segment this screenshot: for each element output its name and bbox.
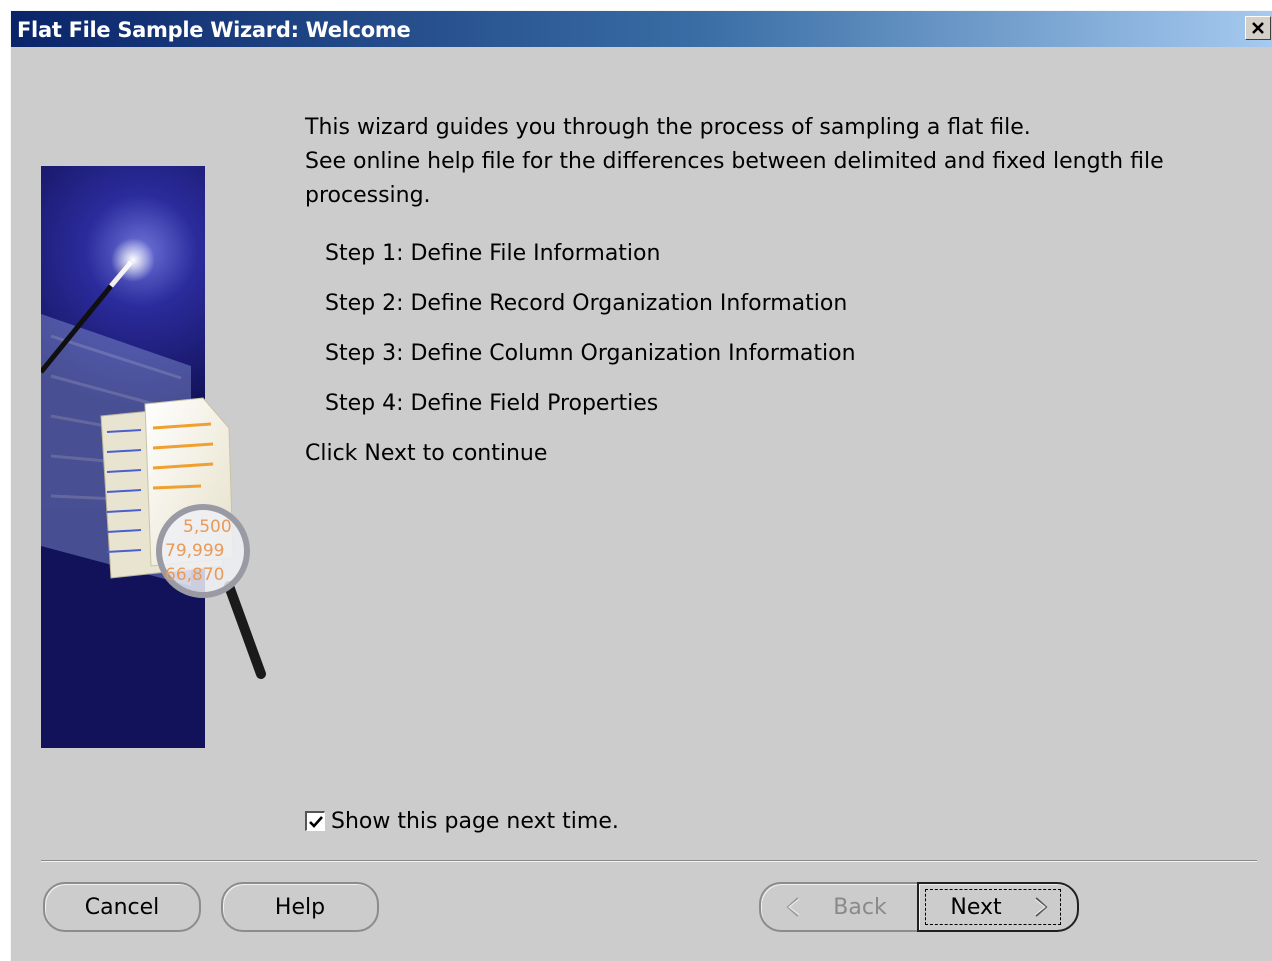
step-3: Step 3: Define Column Organization Infor… <box>325 341 856 366</box>
close-icon <box>1252 22 1264 34</box>
step-1: Step 1: Define File Information <box>325 241 661 266</box>
intro-line-1: This wizard guides you through the proce… <box>305 115 1031 140</box>
chevron-left-icon <box>786 897 800 917</box>
next-button[interactable]: Next <box>917 882 1079 932</box>
art-number-1: 5,500 <box>183 517 232 537</box>
show-page-label: Show this page next time. <box>331 808 619 834</box>
chevron-right-icon <box>1034 897 1048 917</box>
title-bar: Flat File Sample Wizard: Welcome <box>11 11 1272 47</box>
checkmark-icon <box>309 816 323 828</box>
show-page-option[interactable]: Show this page next time. <box>305 806 619 836</box>
cancel-button[interactable]: Cancel <box>43 882 201 932</box>
continue-instruction: Click Next to continue <box>305 441 548 466</box>
step-2: Step 2: Define Record Organization Infor… <box>325 291 848 316</box>
show-page-checkbox[interactable] <box>305 811 325 831</box>
back-button[interactable]: Back <box>759 882 919 932</box>
welcome-content: This wizard guides you through the proce… <box>305 111 1164 479</box>
back-label: Back <box>833 894 887 920</box>
wizard-dialog: Flat File Sample Wizard: Welcome 5,500 7… <box>10 10 1272 961</box>
intro-line-3: processing. <box>305 183 431 208</box>
art-number-3: 66,870 <box>165 565 224 585</box>
footer-separator <box>41 860 1257 862</box>
intro-line-2: See online help file for the differences… <box>305 149 1164 174</box>
intro-text: This wizard guides you through the proce… <box>305 111 1164 213</box>
art-number-2: 79,999 <box>165 541 224 561</box>
wizard-illustration: 5,500 79,999 66,870 <box>41 166 266 748</box>
help-label: Help <box>274 894 326 920</box>
next-label: Next <box>950 894 1002 920</box>
close-button[interactable] <box>1245 16 1271 40</box>
step-4: Step 4: Define Field Properties <box>325 391 659 416</box>
cancel-label: Cancel <box>84 894 160 920</box>
help-button[interactable]: Help <box>221 882 379 932</box>
window-title: Flat File Sample Wizard: Welcome <box>17 18 411 42</box>
steps-list: Step 1: Define File Information Step 2: … <box>305 229 1164 429</box>
